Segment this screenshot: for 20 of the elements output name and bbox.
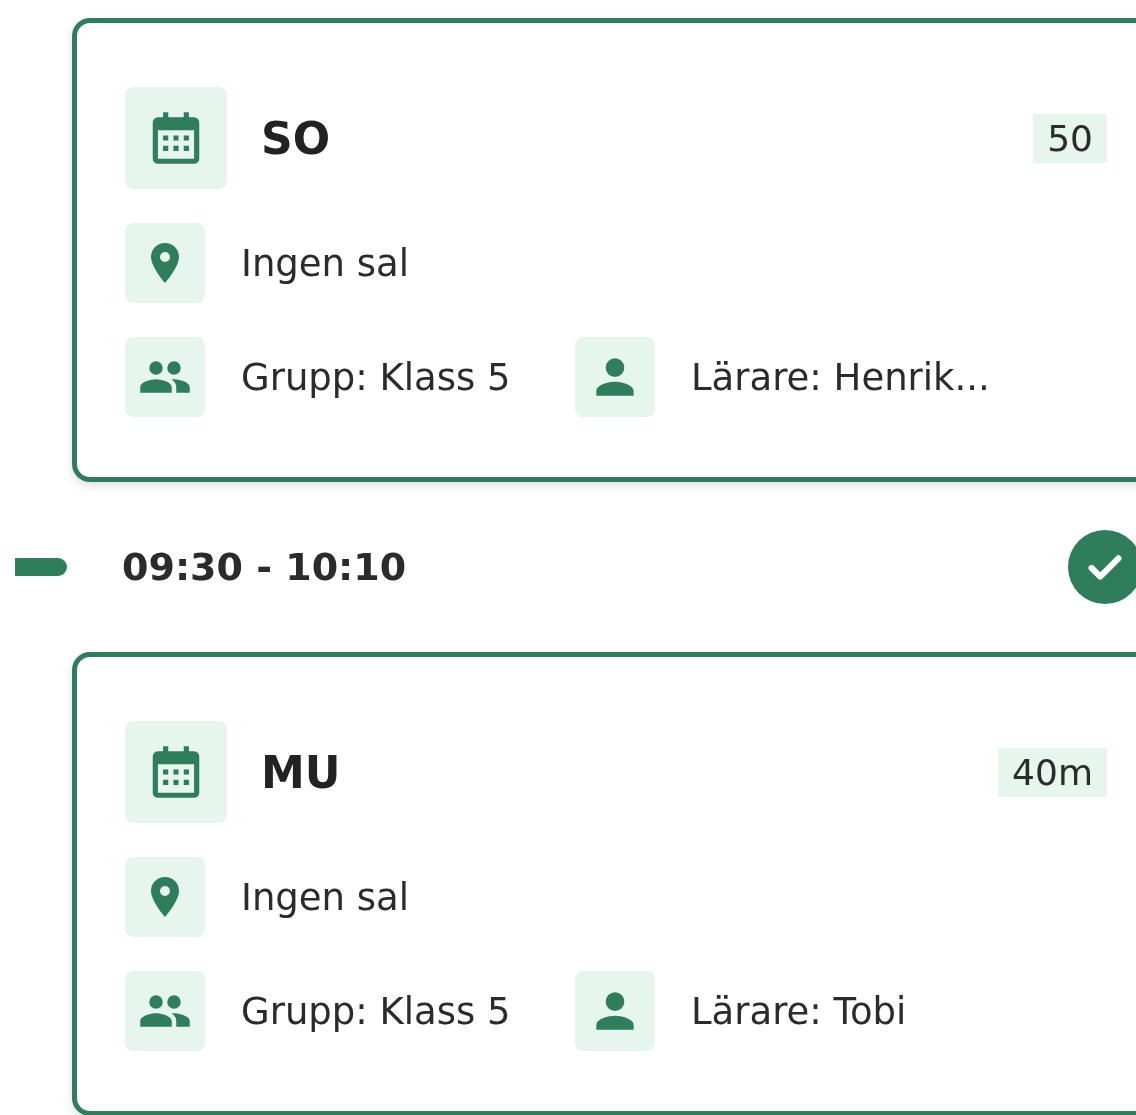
duration-badge: 50 xyxy=(1033,113,1107,163)
location-pin-icon xyxy=(125,223,205,303)
lesson-time: 09:30 - 10:10 xyxy=(122,545,407,589)
group-icon xyxy=(125,337,205,417)
teacher-label: Lärare: Tobi xyxy=(691,989,907,1033)
calendar-icon xyxy=(125,721,227,823)
group-label: Grupp: Klass 5 xyxy=(241,355,512,399)
group-label: Grupp: Klass 5 xyxy=(241,989,512,1033)
location-pin-icon xyxy=(125,857,205,937)
room-label: Ingen sal xyxy=(241,241,410,285)
teacher-label: Lärare: Henrik... xyxy=(691,355,990,399)
lesson-title: MU xyxy=(261,746,341,798)
calendar-icon xyxy=(125,87,227,189)
person-icon xyxy=(575,971,655,1051)
person-icon xyxy=(575,337,655,417)
room-label: Ingen sal xyxy=(241,875,410,919)
duration-badge: 40m xyxy=(998,747,1107,797)
timeline-marker xyxy=(15,558,67,576)
lesson-title: SO xyxy=(261,112,331,164)
group-icon xyxy=(125,971,205,1051)
